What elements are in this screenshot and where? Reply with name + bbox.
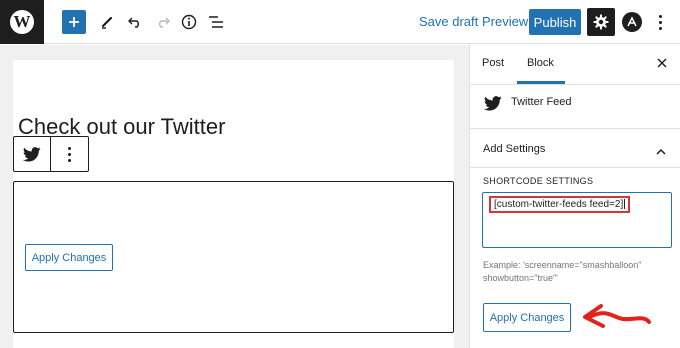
- edit-tool-button[interactable]: [96, 8, 118, 36]
- plus-icon: [69, 17, 79, 27]
- add-block-button[interactable]: [62, 10, 86, 34]
- save-draft-button[interactable]: Save draft: [419, 14, 478, 29]
- chevron-up-icon: [656, 148, 666, 155]
- gear-icon: [593, 14, 609, 30]
- block-card-title: Twitter Feed: [511, 96, 572, 108]
- block-toolbar: [13, 136, 89, 172]
- shortcode-value-highlight: [custom-twitter-feeds feed=2]: [489, 196, 631, 213]
- panel-collapse-button[interactable]: [656, 143, 666, 158]
- block-options-button[interactable]: [51, 137, 88, 171]
- details-button[interactable]: [178, 8, 200, 36]
- close-sidebar-button[interactable]: [657, 55, 667, 71]
- tab-block[interactable]: Block: [527, 57, 554, 69]
- twitter-bird-icon: [483, 96, 502, 111]
- close-icon: [657, 58, 667, 68]
- more-vertical-icon: [68, 146, 71, 150]
- divider: [470, 84, 680, 85]
- pencil-icon: [101, 16, 113, 29]
- red-arrow-annotation: [583, 304, 651, 328]
- apply-changes-button[interactable]: Apply Changes: [483, 303, 571, 332]
- add-settings-panel-toggle[interactable]: Add Settings: [483, 143, 545, 155]
- shortcode-textarea[interactable]: [custom-twitter-feeds feed=2]: [482, 192, 672, 248]
- more-options-button[interactable]: [654, 12, 666, 32]
- divider: [470, 167, 680, 168]
- undo-icon: [128, 17, 139, 28]
- text-caret: [624, 199, 626, 210]
- info-icon: [181, 14, 197, 30]
- settings-button[interactable]: [587, 8, 615, 36]
- top-toolbar: W Save draft Preview Publish: [0, 0, 680, 44]
- shortcode-example-hint: Example: 'screenname="smashballoon" show…: [483, 260, 642, 283]
- tab-post[interactable]: Post: [482, 57, 504, 69]
- shortcode-value: [custom-twitter-feeds feed=2]: [494, 199, 624, 210]
- shortcode-settings-label: SHORTCODE SETTINGS: [483, 176, 594, 186]
- twitter-bird-icon: [23, 146, 41, 162]
- list-view-icon: [209, 16, 223, 28]
- block-card-icon: [483, 96, 502, 114]
- block-apply-changes-button[interactable]: Apply Changes: [25, 244, 113, 271]
- astra-plugin-button[interactable]: [622, 12, 642, 32]
- wordpress-logo-letter: W: [10, 10, 34, 34]
- block-type-button[interactable]: [14, 137, 51, 171]
- divider: [470, 128, 680, 129]
- preview-button[interactable]: Preview: [482, 14, 528, 29]
- more-vertical-icon: [658, 14, 662, 18]
- redo-button[interactable]: [152, 8, 174, 36]
- undo-button[interactable]: [124, 8, 146, 36]
- astra-icon: [627, 16, 637, 27]
- publish-button[interactable]: Publish: [529, 9, 581, 35]
- redo-icon: [159, 17, 170, 28]
- wordpress-logo-icon[interactable]: W: [0, 0, 44, 44]
- list-view-button[interactable]: [205, 8, 227, 36]
